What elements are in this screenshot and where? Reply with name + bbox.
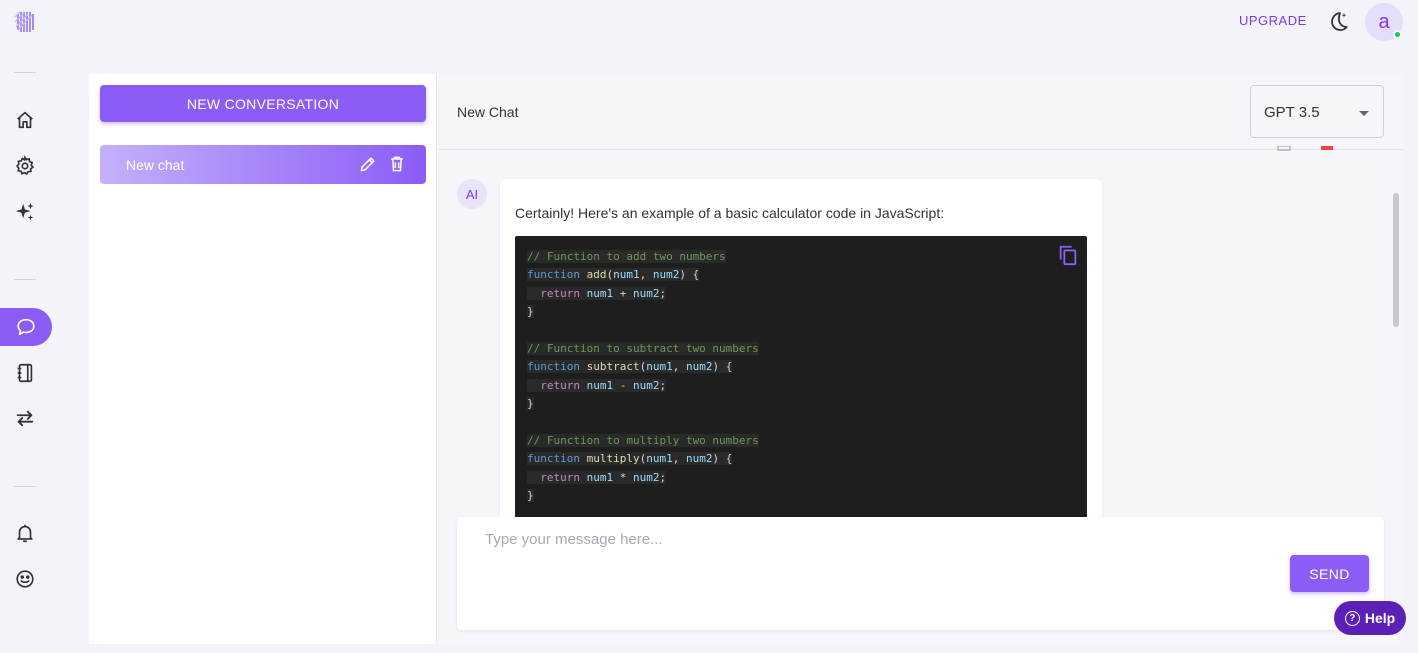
rail-feedback[interactable]: [12, 566, 38, 592]
model-select-value: GPT 3.5: [1264, 104, 1320, 121]
code-line: // Function to add two numbers: [527, 250, 726, 263]
copy-icon[interactable]: [1057, 244, 1079, 266]
rail-divider: [14, 72, 36, 73]
send-button[interactable]: SEND: [1290, 555, 1369, 592]
chat-header: New Chat GPT 3.5: [438, 74, 1403, 150]
code-line: return num1 + num2;: [527, 285, 1087, 303]
help-label: Help: [1364, 610, 1396, 626]
code-line: // Function to subtract two numbers: [527, 341, 759, 355]
pencil-icon[interactable]: [358, 154, 378, 174]
main-card: NEW CONVERSATION New chat New Chat GPT 3…: [89, 74, 1403, 644]
code-line: function add(num1, num2) {: [527, 268, 700, 282]
sparkles-icon: [15, 202, 34, 221]
conversation-panel: NEW CONVERSATION New chat: [89, 74, 437, 644]
trash-icon[interactable]: [387, 154, 407, 174]
moon-icon[interactable]: [1326, 9, 1350, 33]
code-line: // Function to multiply two numbers: [527, 433, 759, 447]
code-line: function subtract(num1, num2) {: [527, 360, 733, 374]
smiley-icon: [16, 570, 34, 588]
conversation-title: New chat: [126, 157, 185, 173]
rail-home[interactable]: [12, 107, 38, 133]
rail-divider: [14, 486, 36, 487]
chat-title: New Chat: [457, 104, 519, 120]
rail-notifications[interactable]: [12, 520, 38, 546]
message-scrollbar[interactable]: [1393, 193, 1399, 327]
ai-message-text: Certainly! Here's an example of a basic …: [515, 205, 945, 221]
bell-icon: [17, 524, 33, 543]
conversation-item[interactable]: New chat: [100, 145, 426, 184]
notebook-icon: [17, 363, 33, 383]
new-conversation-button[interactable]: NEW CONVERSATION: [100, 85, 426, 122]
message-input[interactable]: [485, 531, 1265, 561]
user-avatar[interactable]: a: [1365, 3, 1403, 41]
code-line: }: [527, 305, 534, 319]
rail-settings[interactable]: [12, 153, 38, 179]
question-circle-icon: ?: [1344, 610, 1360, 626]
rail-transfer[interactable]: [12, 405, 38, 431]
ai-avatar: AI: [457, 179, 487, 209]
rail-divider: [14, 279, 36, 280]
ai-message-bubble: Certainly! Here's an example of a basic …: [500, 179, 1102, 517]
message-composer: SEND: [457, 517, 1384, 630]
gear-icon: [16, 155, 35, 176]
code-line: return num1 * num2;: [527, 469, 1087, 487]
rail-chat[interactable]: [0, 308, 52, 346]
caret-down-icon: [1359, 111, 1369, 116]
model-select[interactable]: GPT 3.5: [1250, 85, 1384, 138]
rail-ai-tools[interactable]: [12, 199, 38, 225]
help-button[interactable]: ? Help: [1334, 601, 1406, 635]
home-icon: [17, 111, 33, 129]
code-line: }: [527, 397, 534, 411]
code-line: return num1 - num2;: [527, 377, 1087, 395]
rail-notebook[interactable]: [12, 360, 38, 386]
message-list[interactable]: AI Certainly! Here's an example of a bas…: [438, 151, 1403, 517]
code-line: }: [527, 489, 534, 503]
code-block: // Function to add two numbers function …: [515, 236, 1087, 517]
code-line: function multiply(num1, num2) {: [527, 452, 733, 466]
upgrade-link[interactable]: UPGRADE: [1239, 13, 1307, 28]
chat-bubble-icon: [17, 318, 35, 336]
nav-rail: [0, 0, 52, 653]
app-logo-icon[interactable]: [12, 8, 40, 36]
swap-arrows-icon: [16, 410, 34, 427]
online-status-dot: [1393, 30, 1402, 39]
avatar-letter: a: [1378, 10, 1390, 33]
chat-panel: New Chat GPT 3.5 AI Certainly! Here's an…: [438, 74, 1403, 644]
